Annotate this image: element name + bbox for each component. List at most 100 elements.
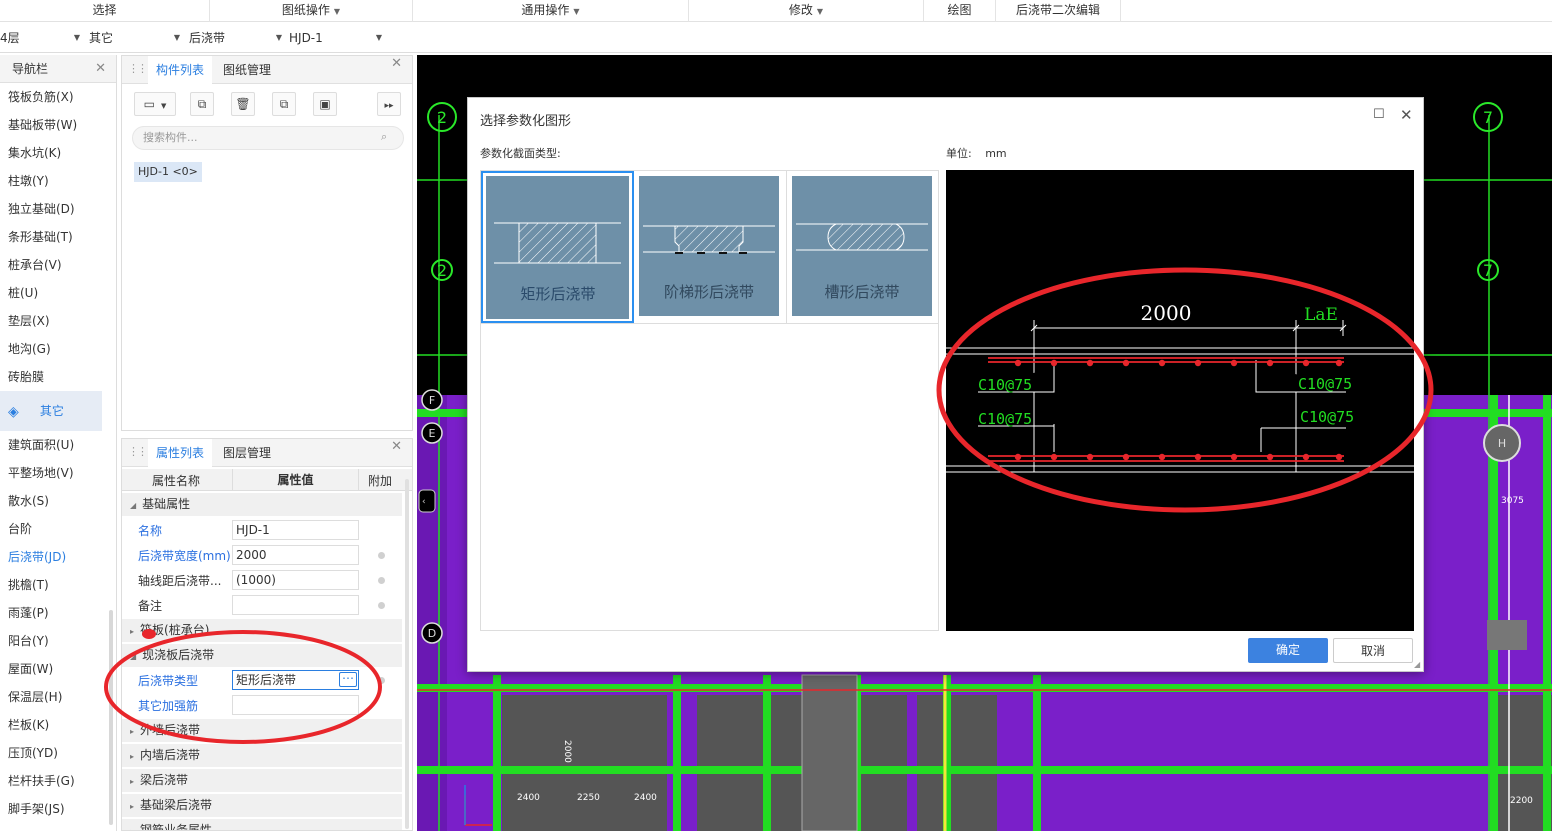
- ribbon-group-post-edit[interactable]: 后浇带二次编辑: [996, 0, 1121, 22]
- nav-item[interactable]: 屋面(W): [0, 655, 116, 683]
- type-select[interactable]: 后浇带 ▼: [189, 28, 282, 48]
- component-item[interactable]: HJD-1 <0>: [134, 162, 202, 182]
- drag-handle-icon[interactable]: ⋮⋮: [128, 445, 148, 458]
- nav-item[interactable]: 条形基础(T): [0, 223, 116, 251]
- group-rebar-business[interactable]: ▸ 钢筋业务属性: [122, 819, 402, 830]
- nav-item-selected[interactable]: ◈ 其它: [0, 391, 102, 431]
- close-icon[interactable]: ✕: [391, 439, 402, 454]
- attach-checkbox[interactable]: [378, 577, 385, 584]
- nav-item[interactable]: 砖胎膜: [0, 363, 116, 391]
- nav-item[interactable]: 柱墩(Y): [0, 167, 116, 195]
- nav-item[interactable]: 保温层(H): [0, 683, 116, 711]
- nav-item[interactable]: 集水坑(K): [0, 139, 116, 167]
- col-property-name: 属性名称: [152, 474, 201, 488]
- nav-item[interactable]: 基础板带(W): [0, 111, 116, 139]
- nav-item[interactable]: 地沟(G): [0, 335, 116, 363]
- nav-item-label: 桩承台(V): [8, 258, 62, 272]
- tab-layer-management[interactable]: 图层管理: [215, 439, 279, 467]
- tab-component-list[interactable]: 构件列表: [148, 56, 213, 84]
- nav-item[interactable]: 栏板(K): [0, 711, 116, 739]
- drag-handle-icon[interactable]: ⋮⋮: [128, 62, 148, 75]
- maximize-icon[interactable]: ☐: [1373, 107, 1385, 122]
- search-input[interactable]: 搜索构件...: [132, 126, 404, 150]
- nav-item[interactable]: 筏板负筋(X): [0, 83, 116, 111]
- ribbon-group-drawing-ops[interactable]: 图纸操作 ▼: [210, 0, 413, 22]
- prop-row-remark: 备注: [122, 593, 402, 618]
- axis-label: 7: [1483, 261, 1493, 280]
- group-foundation-beam[interactable]: ▸ 基础梁后浇带: [122, 794, 402, 817]
- nav-item[interactable]: 压顶(YD): [0, 739, 116, 767]
- prop-value-input[interactable]: (1000): [232, 570, 359, 590]
- nav-item[interactable]: 桩(U): [0, 279, 116, 307]
- type-card-rect[interactable]: 矩形后浇带: [481, 171, 634, 323]
- group-basic[interactable]: ◢ 基础属性: [122, 493, 402, 516]
- divider: [481, 323, 938, 324]
- nav-item[interactable]: 阳台(Y): [0, 627, 116, 655]
- nav-item[interactable]: 后浇带(JD): [0, 543, 116, 571]
- triangle-down-icon: ◢: [130, 501, 137, 510]
- nav-item[interactable]: 垫层(X): [0, 307, 116, 335]
- nav-list-top: 筏板负筋(X) 基础板带(W) 集水坑(K) 柱墩(Y) 独立基础(D) 条形基础(T) 桩…: [0, 83, 116, 391]
- nav-item-label: 雨蓬(P): [8, 606, 49, 620]
- selector-bar: 4层 ▼ 其它 ▼ 后浇带 ▼ HJD-1 ▼: [0, 23, 1552, 53]
- ribbon-group-draw[interactable]: 绘图: [924, 0, 996, 22]
- more-button[interactable]: ▸▸: [377, 92, 401, 116]
- tab-property-list[interactable]: 属性列表: [148, 439, 213, 467]
- nav-item[interactable]: 独立基础(D): [0, 195, 116, 223]
- prop-value-input[interactable]: 2000: [232, 545, 359, 565]
- nav-item[interactable]: 栏杆扶手(G): [0, 767, 116, 795]
- prop-value-input[interactable]: [232, 595, 359, 615]
- axis-label: D: [428, 627, 436, 640]
- nav-item[interactable]: 雨蓬(P): [0, 599, 116, 627]
- ok-button[interactable]: 确定: [1248, 638, 1328, 663]
- type-label: 矩形后浇带: [520, 285, 596, 303]
- properties-scrollbar[interactable]: [405, 479, 409, 829]
- nav-title: 导航栏: [12, 62, 49, 76]
- nav-item[interactable]: 散水(S): [0, 487, 116, 515]
- tab-label: 图纸管理: [223, 63, 272, 77]
- ribbon-group-common-ops[interactable]: 通用操作 ▼: [413, 0, 689, 22]
- attach-checkbox[interactable]: [378, 552, 385, 559]
- type-card-stepped[interactable]: 阶梯形后浇带: [634, 171, 787, 323]
- ribbon-group-modify[interactable]: 修改 ▼: [689, 0, 924, 22]
- nav-item-label: 其它: [39, 404, 64, 418]
- prop-row-width: 后浇带宽度(mm) 2000: [122, 543, 402, 568]
- caret-down-icon: ▼: [816, 7, 824, 16]
- nav-item[interactable]: 脚手架(JS): [0, 795, 116, 823]
- floor-select[interactable]: 4层 ▼: [0, 28, 80, 48]
- close-icon[interactable]: ✕: [95, 55, 106, 83]
- nav-item[interactable]: 挑檐(T): [0, 571, 116, 599]
- type-card-groove[interactable]: 槽形后浇带: [787, 171, 940, 323]
- prop-value-input[interactable]: HJD-1: [232, 520, 359, 540]
- duplicate-layer-button[interactable]: ⧉: [272, 92, 296, 116]
- category-select[interactable]: 其它 ▼: [89, 28, 180, 48]
- cancel-button[interactable]: 取消: [1333, 638, 1413, 663]
- save-button[interactable]: ▣: [313, 92, 337, 116]
- attach-checkbox[interactable]: [378, 602, 385, 609]
- nav-item[interactable]: 平整场地(V): [0, 459, 116, 487]
- nav-item[interactable]: 台阶: [0, 515, 116, 543]
- close-icon[interactable]: ✕: [391, 56, 402, 71]
- delete-button[interactable]: 🗑: [231, 92, 255, 116]
- nav-item-label: 基础板带(W): [8, 118, 78, 132]
- nav-item[interactable]: 建筑面积(U): [0, 431, 116, 459]
- group-beam[interactable]: ▸ 梁后浇带: [122, 769, 402, 792]
- component-select[interactable]: HJD-1 ▼: [289, 28, 382, 48]
- tab-drawing-management[interactable]: 图纸管理: [215, 56, 279, 84]
- close-icon[interactable]: ✕: [1400, 106, 1413, 124]
- col-attach: 附加: [368, 474, 393, 488]
- copy-button[interactable]: ⧉: [190, 92, 214, 116]
- tab-label: 构件列表: [156, 63, 205, 77]
- nav-item-label: 垫层(X): [8, 314, 50, 328]
- nav-item-label: 散水(S): [8, 494, 49, 508]
- nav-item-label: 桩(U): [8, 286, 39, 300]
- type-label: 阶梯形后浇带: [663, 283, 754, 301]
- ribbon-group-select[interactable]: 选择: [0, 0, 210, 22]
- nav-item[interactable]: 桩承台(V): [0, 251, 116, 279]
- nav-item-label: 保温层(H): [8, 690, 63, 704]
- resize-grip-icon[interactable]: ◢: [1414, 660, 1420, 669]
- dimension-label: 3075: [1501, 496, 1524, 506]
- new-component-button[interactable]: ▭ ▼: [134, 92, 176, 116]
- nav-item-label: 平整场地(V): [8, 466, 74, 480]
- prop-name: 备注: [138, 599, 163, 613]
